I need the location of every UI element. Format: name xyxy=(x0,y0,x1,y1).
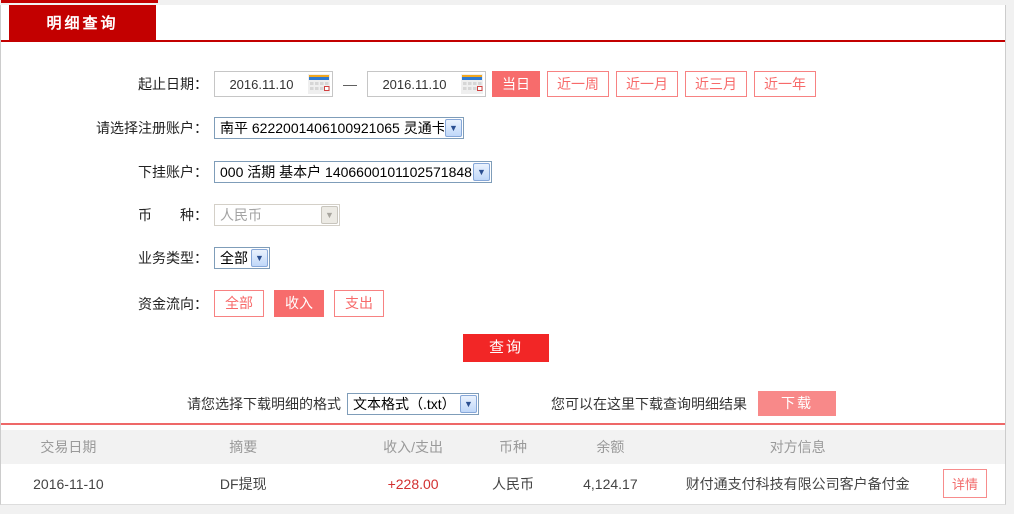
quick-range-week-button[interactable]: 近一周 xyxy=(547,71,609,97)
chevron-down-icon[interactable]: ▼ xyxy=(445,119,462,137)
col-header-date: 交易日期 xyxy=(40,439,97,455)
detail-button[interactable]: 详情 xyxy=(943,469,988,498)
register-account-select[interactable]: 南平 6222001406100921065 灵通卡 ▼ xyxy=(214,117,464,139)
currency-row: 币 种： 人民币 ▼ xyxy=(1,204,1005,226)
cell-actions: 详情 xyxy=(925,469,1005,498)
currency-label: 币 种： xyxy=(138,207,208,223)
cell-amount: +228.00 xyxy=(387,475,439,492)
cell-summary: DF提现 xyxy=(219,475,267,492)
sub-account-select[interactable]: 000 活期 基本户 1406600101102571848 ▼ xyxy=(214,161,492,183)
cell-counterparty: 财付通支付科技有限公司客户备付金 xyxy=(685,475,910,492)
query-button[interactable]: 查询 xyxy=(463,334,549,362)
detail-query-page: { "tab": { "label": "明细查询" }, "form": { … xyxy=(0,0,1014,514)
quick-range-year-button[interactable]: 近一年 xyxy=(754,71,816,97)
col-header-amount: 收入/支出 xyxy=(383,439,444,455)
fund-flow-row: 资金流向： 全部 收入 支出 xyxy=(1,290,1005,317)
start-date-input[interactable]: 2016.11.10 xyxy=(214,71,333,97)
tab-detail-query[interactable]: 明细查询 xyxy=(9,5,156,42)
business-type-label: 业务类型： xyxy=(138,250,208,266)
tab-top-accent xyxy=(1,0,158,3)
currency-select: 人民币 ▼ xyxy=(214,204,340,226)
sub-account-row: 下挂账户： 000 活期 基本户 1406600101102571848 ▼ xyxy=(1,161,1005,183)
end-date-input[interactable]: 2016.11.10 xyxy=(367,71,486,97)
date-range-row: 起止日期： 2016.11.10 — 2016.11.10 当日 近一周 近一月… xyxy=(1,71,1005,97)
download-button[interactable]: 下载 xyxy=(758,391,836,416)
col-header-counterparty: 对方信息 xyxy=(769,439,826,455)
sub-account-value: 000 活期 基本户 1406600101102571848 xyxy=(220,164,472,180)
table-top-accent xyxy=(1,423,1005,425)
table-row: 2016-11-10 DF提现 +228.00 人民币 4,124.17 财付通… xyxy=(1,464,1005,503)
download-format-value: 文本格式（.txt） xyxy=(353,395,456,412)
table-header-row: 交易日期 摘要 收入/支出 币种 余额 对方信息 xyxy=(1,430,1005,464)
content-card: 明细查询 起止日期： 2016.11.10 — 2016.11.10 当日 近一… xyxy=(0,0,1006,505)
quick-range-quarter-button[interactable]: 近三月 xyxy=(685,71,747,97)
fund-flow-expense-button[interactable]: 支出 xyxy=(334,290,384,317)
query-row: 查询 xyxy=(1,334,1005,362)
calendar-icon[interactable] xyxy=(461,74,483,94)
sub-account-label: 下挂账户： xyxy=(138,164,208,180)
download-format-label: 请您选择下载明细的格式 xyxy=(187,395,341,412)
date-range-separator: — xyxy=(343,76,357,92)
col-header-balance: 余额 xyxy=(596,439,625,455)
download-format-select[interactable]: 文本格式（.txt） ▼ xyxy=(347,392,479,415)
currency-value: 人民币 xyxy=(220,207,262,223)
chevron-down-icon[interactable]: ▼ xyxy=(251,249,268,267)
register-account-value: 南平 6222001406100921065 灵通卡 xyxy=(220,120,444,136)
col-header-currency: 币种 xyxy=(498,439,527,455)
quick-range-month-button[interactable]: 近一月 xyxy=(616,71,678,97)
download-row: 请您选择下载明细的格式 文本格式（.txt） ▼ 您可以在这里下载查询明细结果 … xyxy=(1,391,1005,416)
download-hint: 您可以在这里下载查询明细结果 xyxy=(551,395,747,412)
chevron-down-icon[interactable]: ▼ xyxy=(460,394,477,413)
chevron-down-icon[interactable]: ▼ xyxy=(473,163,490,181)
fund-flow-income-button[interactable]: 收入 xyxy=(274,290,324,317)
business-type-row: 业务类型： 全部 ▼ xyxy=(1,247,1005,269)
business-type-value: 全部 xyxy=(220,250,248,266)
col-header-summary: 摘要 xyxy=(229,439,258,455)
start-date-value: 2016.11.10 xyxy=(229,76,294,92)
tab-bar: 明细查询 xyxy=(1,5,1005,42)
fund-flow-all-button[interactable]: 全部 xyxy=(214,290,264,317)
business-type-select[interactable]: 全部 ▼ xyxy=(214,247,270,269)
calendar-icon[interactable] xyxy=(308,74,330,94)
register-account-row: 请选择注册账户： 南平 6222001406100921065 灵通卡 ▼ xyxy=(1,117,1005,139)
date-range-label: 起止日期： xyxy=(138,76,208,92)
quick-range-today-button[interactable]: 当日 xyxy=(492,71,540,97)
end-date-value: 2016.11.10 xyxy=(382,76,447,92)
cell-date: 2016-11-10 xyxy=(33,475,104,492)
cell-currency: 人民币 xyxy=(491,475,534,492)
register-account-label: 请选择注册账户： xyxy=(96,120,208,136)
cell-balance: 4,124.17 xyxy=(583,475,638,492)
fund-flow-label: 资金流向： xyxy=(138,295,208,312)
chevron-down-icon: ▼ xyxy=(321,206,338,224)
